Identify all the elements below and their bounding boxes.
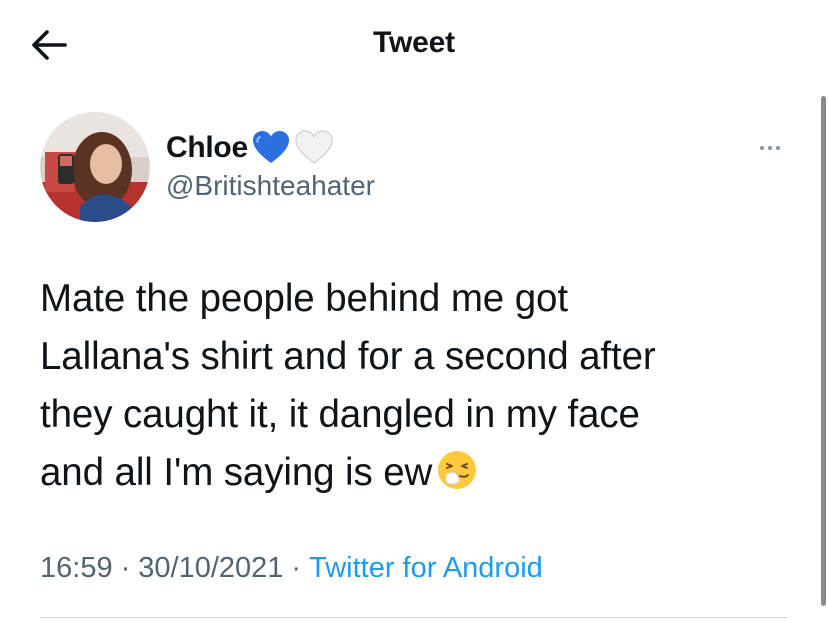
scrollbar[interactable] — [821, 96, 826, 606]
display-name: Chloe — [166, 131, 248, 164]
more-dot-icon — [776, 146, 780, 150]
tweet-meta: 16:59 · 30/10/2021 · Twitter for Android — [40, 552, 543, 585]
tweet-line: Lallana's shirt and for a second after — [40, 335, 656, 378]
avatar[interactable] — [40, 112, 150, 222]
meta-separator: · — [291, 552, 302, 584]
top-bar: Tweet — [0, 0, 828, 92]
author-name-row[interactable]: Chloe — [166, 126, 334, 170]
author-handle[interactable]: @Britishteahater — [166, 170, 375, 202]
tweet-text: Mate the people behind me got Lallana's … — [40, 270, 800, 502]
tweet-line: Mate the people behind me got — [40, 277, 568, 320]
page-title: Tweet — [373, 26, 455, 59]
tweet-line-with-emoji: and all I'm saying is ew — [40, 444, 800, 502]
tweet-line: they caught it, it dangled in my face — [40, 393, 640, 436]
tweet-date[interactable]: 30/10/2021 — [138, 552, 283, 584]
tweet-time[interactable]: 16:59 — [40, 552, 113, 584]
divider — [40, 617, 788, 618]
white-heart-icon — [295, 130, 333, 164]
tweet-line: and all I'm saying is ew — [40, 451, 433, 494]
tweet-source-link[interactable]: Twitter for Android — [309, 552, 543, 584]
avatar-photo — [40, 112, 150, 222]
meta-separator: · — [120, 552, 131, 584]
blue-heart-icon — [252, 131, 289, 163]
more-dot-icon — [768, 146, 772, 150]
tweet-detail-page: Tweet Chloe @Britishteahater Mate the pe… — [0, 0, 828, 621]
more-options-button[interactable] — [752, 138, 788, 158]
more-dot-icon — [760, 146, 764, 150]
sneezing-face-icon — [438, 451, 477, 489]
